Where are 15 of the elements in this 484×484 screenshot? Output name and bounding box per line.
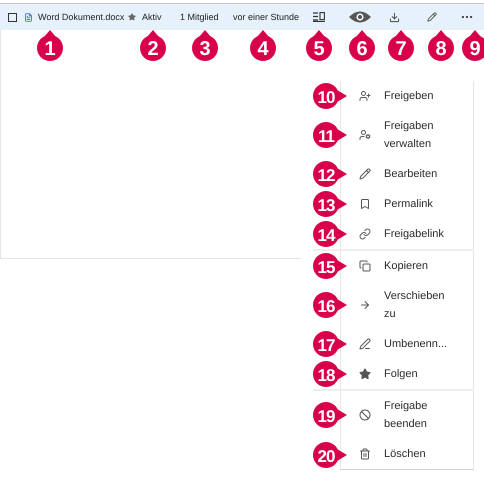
menu-item[interactable]: Kopieren bbox=[340, 251, 474, 281]
status-text: Aktiv bbox=[142, 12, 163, 22]
menu-item[interactable]: Folgen bbox=[340, 359, 474, 389]
menu-item[interactable]: Freigabe beenden bbox=[340, 391, 474, 439]
members-text: 1 Mitglied bbox=[180, 12, 220, 22]
menu-item[interactable]: Permalink bbox=[340, 189, 474, 219]
menu-item[interactable]: Verschieben zu bbox=[340, 281, 474, 329]
menu-item[interactable]: Löschen bbox=[340, 439, 474, 470]
menu-item[interactable]: Bearbeiten bbox=[340, 159, 474, 189]
modified-text: vor einer Stunde bbox=[233, 12, 300, 22]
menu-item[interactable]: Freigabelink bbox=[340, 219, 474, 249]
menu-item[interactable]: Umbenenn... bbox=[340, 329, 474, 359]
file-name[interactable]: Word Dokument.docx bbox=[38, 12, 126, 22]
menu-item[interactable]: Freigaben verwalten bbox=[340, 111, 474, 159]
menu-item[interactable]: Freigeben bbox=[340, 81, 474, 111]
